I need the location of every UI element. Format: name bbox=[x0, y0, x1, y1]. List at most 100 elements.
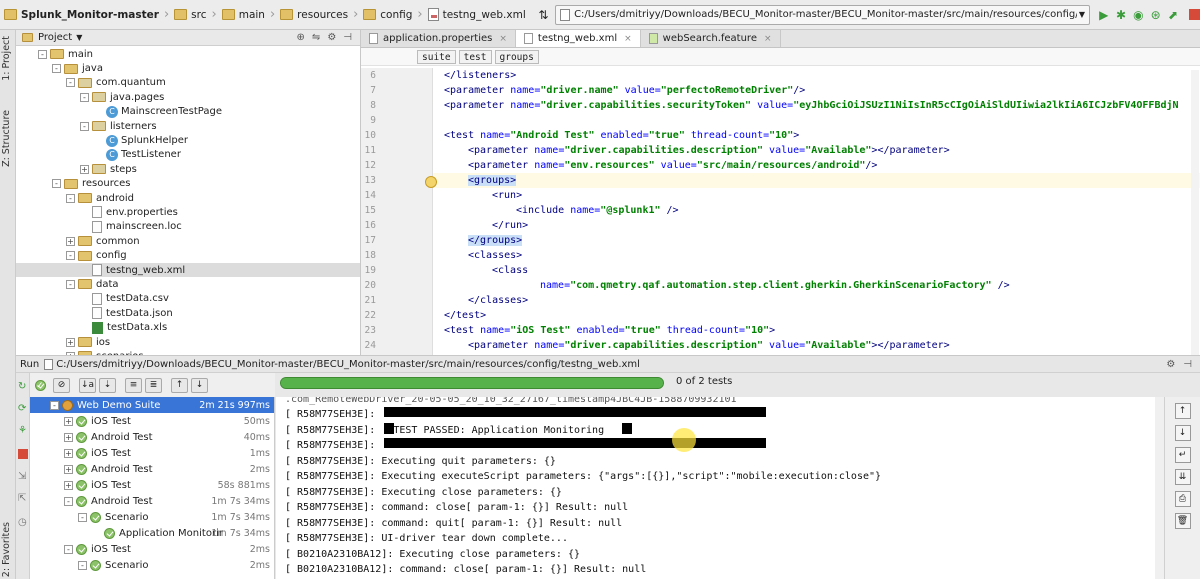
editor-tab[interactable]: webSearch.feature × bbox=[640, 30, 781, 47]
project-tree-item[interactable]: - resources bbox=[16, 177, 360, 191]
project-tree-item[interactable]: testData.xls bbox=[16, 320, 360, 334]
project-tree-item[interactable]: C MainscreenTestPage bbox=[16, 105, 360, 119]
stop-icon[interactable] bbox=[1188, 8, 1200, 22]
scroll-up-icon[interactable]: ↑ bbox=[1174, 403, 1191, 419]
debug-icon[interactable]: ✱ bbox=[1115, 8, 1126, 22]
expand-icon[interactable]: + bbox=[66, 236, 75, 246]
expand-icon[interactable]: + bbox=[64, 448, 73, 458]
sort-alphabetically-button[interactable]: ↓a bbox=[79, 377, 96, 393]
collapse-icon[interactable]: - bbox=[80, 92, 89, 102]
profile-icon[interactable]: ⊛ bbox=[1150, 8, 1161, 22]
project-tree-item[interactable]: testng_web.xml bbox=[16, 262, 360, 278]
xml-tag-crumb[interactable]: test bbox=[458, 49, 492, 64]
clear-all-icon[interactable]: 🗑 bbox=[1174, 513, 1191, 529]
run-with-coverage-icon[interactable]: ◉ bbox=[1133, 8, 1144, 22]
show-passed-button[interactable]: ✓ bbox=[35, 379, 46, 391]
breadcrumb-item[interactable]: main bbox=[218, 0, 269, 30]
collapse-icon[interactable]: - bbox=[50, 400, 59, 410]
test-node[interactable]: + iOS Test 1ms bbox=[30, 445, 274, 461]
expand-icon[interactable]: + bbox=[64, 432, 73, 442]
collapse-icon[interactable]: - bbox=[66, 193, 75, 203]
chevron-down-icon[interactable]: ▼ bbox=[76, 33, 82, 42]
run-configuration-select[interactable]: C:/Users/dmitriyy/Downloads/BECU_Monitor… bbox=[555, 4, 1091, 25]
favorites-tool-button[interactable]: 2: Favorites bbox=[1, 522, 12, 577]
soft-wrap-icon[interactable]: ↵ bbox=[1174, 447, 1191, 463]
test-node[interactable]: - Web Demo Suite 2m 21s 997ms bbox=[30, 397, 274, 413]
breadcrumb-item[interactable]: config bbox=[359, 0, 416, 30]
project-tree-item[interactable]: + common bbox=[16, 234, 360, 248]
test-node[interactable]: - Scenario 1m 7s 34ms bbox=[30, 509, 274, 525]
close-icon[interactable]: × bbox=[764, 34, 772, 44]
test-node[interactable]: Application Monitorir 1m 7s 34ms bbox=[30, 525, 274, 541]
expand-icon[interactable]: + bbox=[80, 164, 89, 174]
project-tree-item[interactable]: + ios bbox=[16, 335, 360, 349]
previous-failed-button[interactable]: ↑ bbox=[171, 377, 188, 393]
sync-icon[interactable]: ⊕ bbox=[297, 32, 305, 43]
expand-icon[interactable]: + bbox=[64, 464, 73, 474]
project-tree-item[interactable]: - com.quantum bbox=[16, 76, 360, 90]
test-node[interactable]: + iOS Test 50ms bbox=[30, 413, 274, 429]
project-tree-item[interactable]: env.properties bbox=[16, 205, 360, 219]
test-node[interactable]: + Android Test 40ms bbox=[30, 429, 274, 445]
rerun-failed-icon[interactable]: ⟳ bbox=[18, 403, 26, 414]
collapse-icon[interactable]: - bbox=[64, 544, 73, 554]
stop-icon[interactable] bbox=[18, 449, 28, 459]
gear-icon[interactable]: ⚙ bbox=[327, 32, 336, 43]
scroll-to-end-icon[interactable]: ⇊ bbox=[1174, 469, 1191, 485]
project-tree-item[interactable]: mainscreen.loc bbox=[16, 220, 360, 234]
project-tree-item[interactable]: - data bbox=[16, 277, 360, 291]
collapse-all-button[interactable]: ≣ bbox=[145, 377, 162, 393]
hide-panel-icon[interactable]: ⊣ bbox=[1183, 359, 1192, 370]
expand-icon[interactable]: + bbox=[64, 480, 73, 490]
run-icon[interactable]: ▶ bbox=[1098, 8, 1109, 22]
toggle-auto-test-icon[interactable]: ⚘ bbox=[18, 425, 27, 436]
project-tree-item[interactable]: - main bbox=[16, 47, 360, 61]
scroll-down-icon[interactable]: ↓ bbox=[1174, 425, 1191, 441]
project-tree-item[interactable]: - config bbox=[16, 248, 360, 262]
collapse-icon[interactable]: - bbox=[66, 78, 75, 88]
run-config-path[interactable]: C:/Users/dmitriyy/Downloads/BECU_Monitor… bbox=[56, 359, 640, 370]
test-node[interactable]: - Scenario 2ms bbox=[30, 557, 274, 573]
project-tree-item[interactable]: C TestListener bbox=[16, 148, 360, 162]
project-tree-item[interactable]: testData.json bbox=[16, 306, 360, 320]
collapse-icon[interactable]: - bbox=[80, 121, 89, 131]
project-tree-item[interactable]: C SplunkHelper bbox=[16, 133, 360, 147]
show-ignored-button[interactable]: ⊘ bbox=[53, 377, 70, 393]
hide-panel-icon[interactable]: ⊣ bbox=[343, 32, 352, 43]
project-tree-item[interactable]: - listerners bbox=[16, 119, 360, 133]
lightbulb-icon[interactable] bbox=[425, 176, 437, 188]
expand-icon[interactable]: + bbox=[64, 416, 73, 426]
test-node[interactable]: - iOS Test 2ms bbox=[30, 541, 274, 557]
test-node[interactable]: - Android Test 1m 7s 34ms bbox=[30, 493, 274, 509]
project-tree-item[interactable]: + steps bbox=[16, 162, 360, 176]
history-icon[interactable]: ◷ bbox=[18, 517, 27, 528]
close-icon[interactable]: × bbox=[499, 34, 507, 44]
expand-all-button[interactable]: ≡ bbox=[125, 377, 142, 393]
breadcrumb-item[interactable]: testng_web.xml bbox=[424, 0, 530, 30]
rerun-icon[interactable]: ↻ bbox=[18, 381, 26, 392]
console-output[interactable]: .com_RemoteWebDriver_20-05-05_20_10_32_2… bbox=[276, 397, 1164, 579]
xml-tag-crumb[interactable]: groups bbox=[494, 49, 539, 64]
project-tree-item[interactable]: testData.csv bbox=[16, 292, 360, 306]
expand-icon[interactable]: + bbox=[66, 337, 75, 347]
collapse-icon[interactable]: - bbox=[78, 560, 87, 570]
sort-by-duration-button[interactable]: ⇣ bbox=[99, 377, 116, 393]
console-scrollbar[interactable] bbox=[1155, 397, 1164, 579]
test-node[interactable]: + iOS Test 58s 881ms bbox=[30, 477, 274, 493]
test-node[interactable]: + Android Test 2ms bbox=[30, 461, 274, 477]
collapse-icon[interactable]: - bbox=[52, 64, 61, 74]
sort-icon[interactable]: ⇅ bbox=[538, 8, 549, 22]
collapse-icon[interactable]: - bbox=[78, 512, 87, 522]
collapse-icon[interactable]: - bbox=[66, 279, 75, 289]
collapse-all-icon[interactable]: ⇋ bbox=[312, 32, 320, 43]
attach-debugger-icon[interactable]: ⬈ bbox=[1167, 8, 1178, 22]
close-icon[interactable]: × bbox=[624, 34, 632, 44]
collapse-icon[interactable]: - bbox=[52, 179, 61, 189]
export-icon[interactable]: ⇲ bbox=[18, 471, 26, 482]
editor-tab[interactable]: application.properties × bbox=[361, 30, 516, 47]
collapse-icon[interactable]: - bbox=[66, 251, 75, 261]
project-tree-item[interactable]: - android bbox=[16, 191, 360, 205]
import-icon[interactable]: ⇱ bbox=[18, 493, 26, 504]
editor-scrollbar[interactable] bbox=[1191, 70, 1199, 355]
project-tool-button[interactable]: 1: Project bbox=[1, 36, 12, 81]
